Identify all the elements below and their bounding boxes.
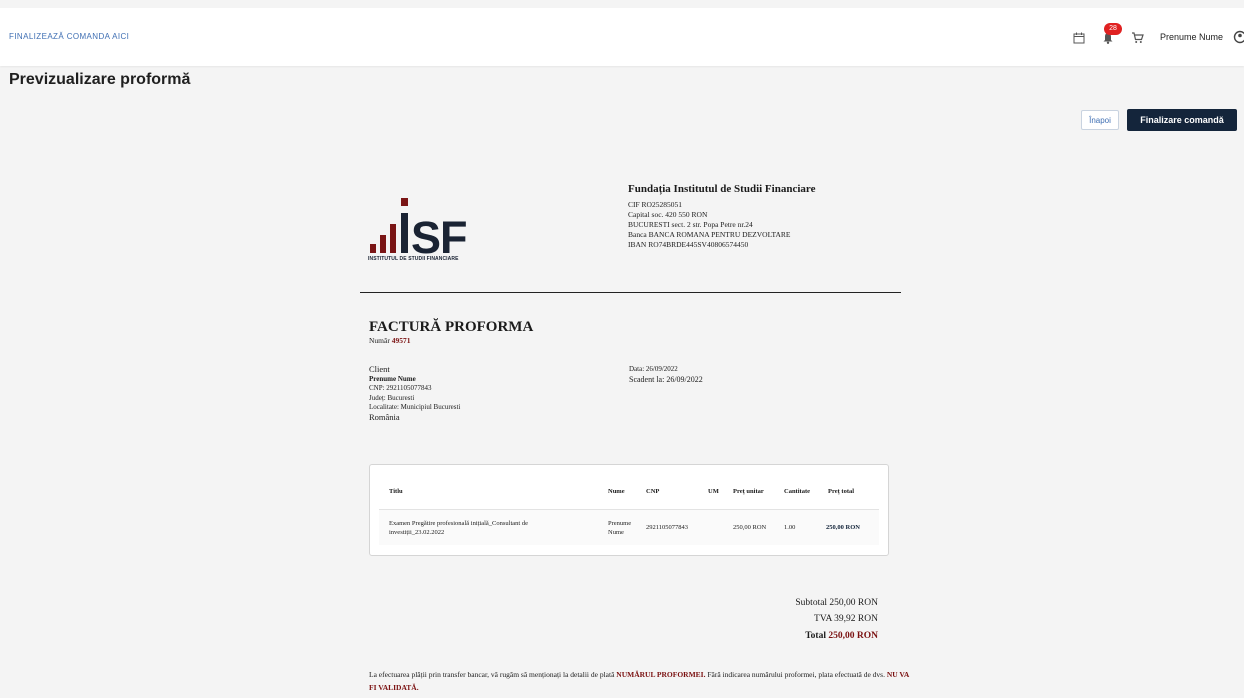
row-total: 250,00 RON	[826, 524, 860, 531]
logo-caption: INSTITUTUL DE STUDII FINANCIARE	[368, 256, 459, 262]
isf-logo: SF INSTITUTUL DE STUDII FINANCIARE	[368, 197, 498, 267]
company-details: CIF RO25285051 Capital soc. 420 550 RON …	[628, 200, 790, 250]
company-iban: IBAN RO74BRDE445SV40806574450	[628, 240, 749, 249]
col-cnp: CNP	[646, 488, 660, 495]
header-divider	[360, 292, 901, 293]
note-text-1: La efectuarea plății prin transfer banca…	[369, 670, 617, 679]
company-name: Fundația Institutul de Studii Financiare	[628, 183, 816, 195]
row-quantity: 1.00	[784, 524, 796, 531]
user-name[interactable]: Prenume Nume	[1160, 32, 1223, 42]
subtotal: Subtotal 250,00 RON	[795, 598, 878, 608]
invoice-date: Data: 26/09/2022	[629, 365, 678, 373]
row-name: Prenume Nume	[608, 519, 631, 537]
col-unit-price: Preț unitar	[733, 488, 764, 495]
client-block: Client Prenume Nume CNP: 2921105077843 J…	[369, 364, 460, 422]
finalize-order-link[interactable]: FINALIZEAZĂ COMANDA AICI	[9, 32, 129, 41]
invoice-number-label: Număr	[369, 336, 390, 345]
client-name: Prenume Nume	[369, 374, 416, 383]
client-cnp: CNP: 2921105077843	[369, 384, 432, 392]
client-country: România	[369, 411, 400, 422]
company-capital: Capital soc. 420 550 RON	[628, 210, 708, 219]
cart-icon[interactable]	[1131, 31, 1144, 44]
dates-block: Data: 26/09/2022 Scadent la: 26/09/2022	[629, 365, 703, 384]
row-name-line1: Prenume	[608, 520, 632, 527]
col-total: Preț total	[828, 488, 855, 495]
company-bank: Banca BANCA ROMANA PENTRU DEZVOLTARE	[628, 230, 791, 239]
client-label: Client	[369, 364, 390, 374]
invoice-title: FACTURĂ PROFORMA	[369, 319, 534, 335]
invoice-number-value: 49571	[391, 336, 411, 345]
row-title-line2: investiții_23.02.2022	[389, 529, 445, 536]
total-label: Total	[805, 631, 826, 641]
user-icon[interactable]	[1233, 30, 1244, 44]
back-button[interactable]: Înapoi	[1081, 110, 1119, 130]
invoice-number: Număr 49571	[369, 336, 410, 345]
finish-order-button[interactable]: Finalizare comandă	[1127, 109, 1237, 131]
company-address: BUCURESTI sect. 2 str. Popa Petre nr.24	[628, 220, 753, 229]
col-name: Nume	[608, 488, 625, 495]
invoice-due-date: Scadent la: 26/09/2022	[629, 374, 703, 384]
row-unit-price: 250,00 RON	[733, 524, 767, 531]
company-cif: CIF RO25285051	[628, 200, 682, 209]
col-um: UM	[708, 488, 719, 495]
payment-note: La efectuarea plății prin transfer banca…	[369, 668, 909, 694]
col-title: Titlu	[389, 488, 403, 495]
row-cnp: 2921105077843	[646, 524, 689, 531]
total-line: Total 250,00 RON	[805, 631, 878, 641]
top-bar: FINALIZEAZĂ COMANDA AICI 28 Prenume Nume	[0, 8, 1244, 66]
client-county: Județ: Bucuresti	[369, 393, 415, 402]
row-title: Examen Pregătire profesională inițială_C…	[389, 519, 599, 537]
tva: TVA 39,92 RON	[814, 614, 878, 624]
total-value: 250,00 RON	[828, 631, 878, 641]
row-title-line1: Examen Pregătire profesională inițială_C…	[389, 520, 528, 527]
notification-badge: 28	[1104, 23, 1122, 35]
calendar-icon[interactable]	[1073, 32, 1085, 44]
col-quantity: Cantitate	[784, 488, 810, 495]
note-text-2: Fără indicarea numărului proformei, plat…	[705, 670, 887, 679]
page-title: Previzualizare proformă	[9, 71, 191, 88]
note-bold-1: NUMĂRUL PROFORMEI.	[616, 670, 706, 679]
row-name-line2: Nume	[608, 529, 624, 536]
